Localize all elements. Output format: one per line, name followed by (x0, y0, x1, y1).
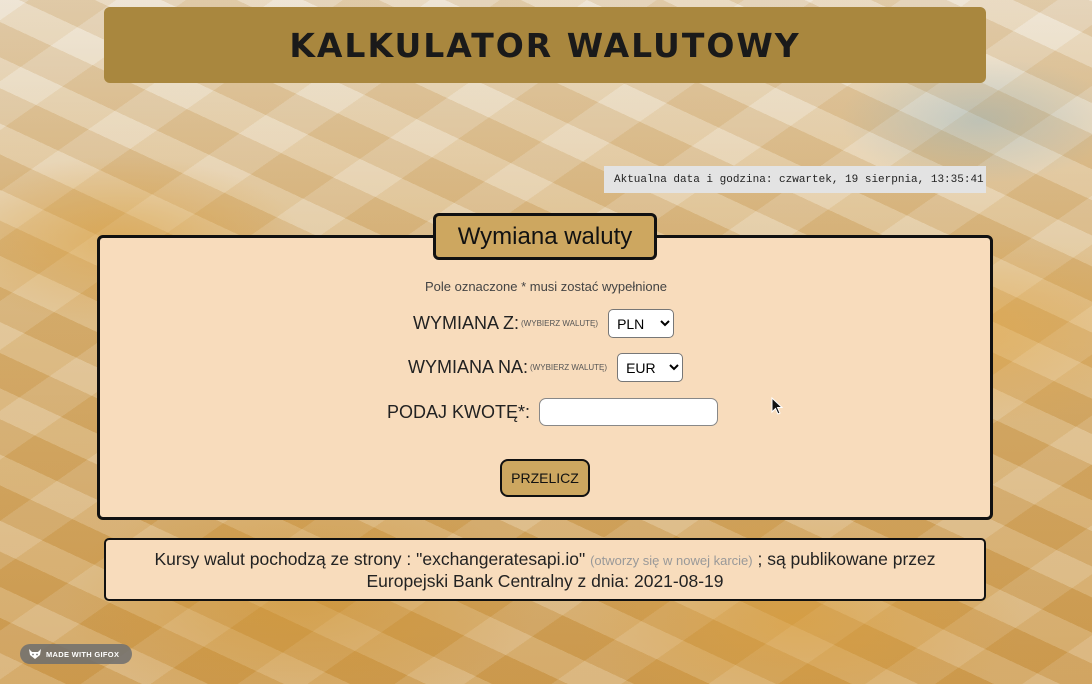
to-currency-select[interactable]: EUR (617, 353, 684, 382)
page-header: KALKULATOR WALUTOWY (104, 7, 986, 83)
rates-publisher-text: ; są publikowane przez (757, 548, 936, 569)
watermark-label: MADE WITH GIFOX (46, 649, 120, 659)
amount-label: PODAJ KWOTĘ*: (387, 401, 531, 422)
fox-icon (29, 649, 41, 659)
page-title: KALKULATOR WALUTOWY (289, 25, 801, 65)
gifox-watermark: MADE WITH GIFOX (20, 644, 132, 664)
amount-input[interactable] (539, 398, 719, 426)
to-currency-hint: (WYBIERZ WALUTĘ) (530, 363, 608, 372)
rates-source-text: Kursy walut pochodzą ze strony : "exchan… (154, 548, 586, 569)
calculate-button[interactable]: PRZELICZ (500, 459, 590, 497)
rates-source-info: Kursy walut pochodzą ze strony : "exchan… (104, 538, 986, 601)
current-datetime: Aktualna data i godzina: czwartek, 19 si… (604, 166, 986, 193)
from-currency-label: WYMIANA Z: (413, 313, 520, 333)
from-currency-hint: (WYBIERZ WALUTĘ) (521, 319, 599, 328)
from-currency-select[interactable]: PLN (608, 309, 675, 338)
new-tab-note: (otworzy się w nowej karcie) (590, 552, 753, 568)
rates-source-line1: Kursy walut pochodzą ze strony : "exchan… (154, 549, 935, 571)
to-currency-row: WYMIANA NA: (WYBIERZ WALUTĘ) EUR (408, 353, 684, 382)
required-field-note: Pole oznaczone * musi zostać wypełnione (424, 279, 668, 294)
mouse-cursor-icon (771, 397, 783, 415)
exchange-panel-legend: Wymiana waluty (433, 213, 657, 260)
to-currency-label: WYMIANA NA: (408, 357, 529, 377)
rates-date-line: Europejski Bank Centralny z dnia: 2021-0… (366, 570, 724, 591)
from-currency-row: WYMIANA Z: (WYBIERZ WALUTĘ) PLN (413, 309, 675, 338)
amount-row: PODAJ KWOTĘ*: (387, 398, 719, 426)
